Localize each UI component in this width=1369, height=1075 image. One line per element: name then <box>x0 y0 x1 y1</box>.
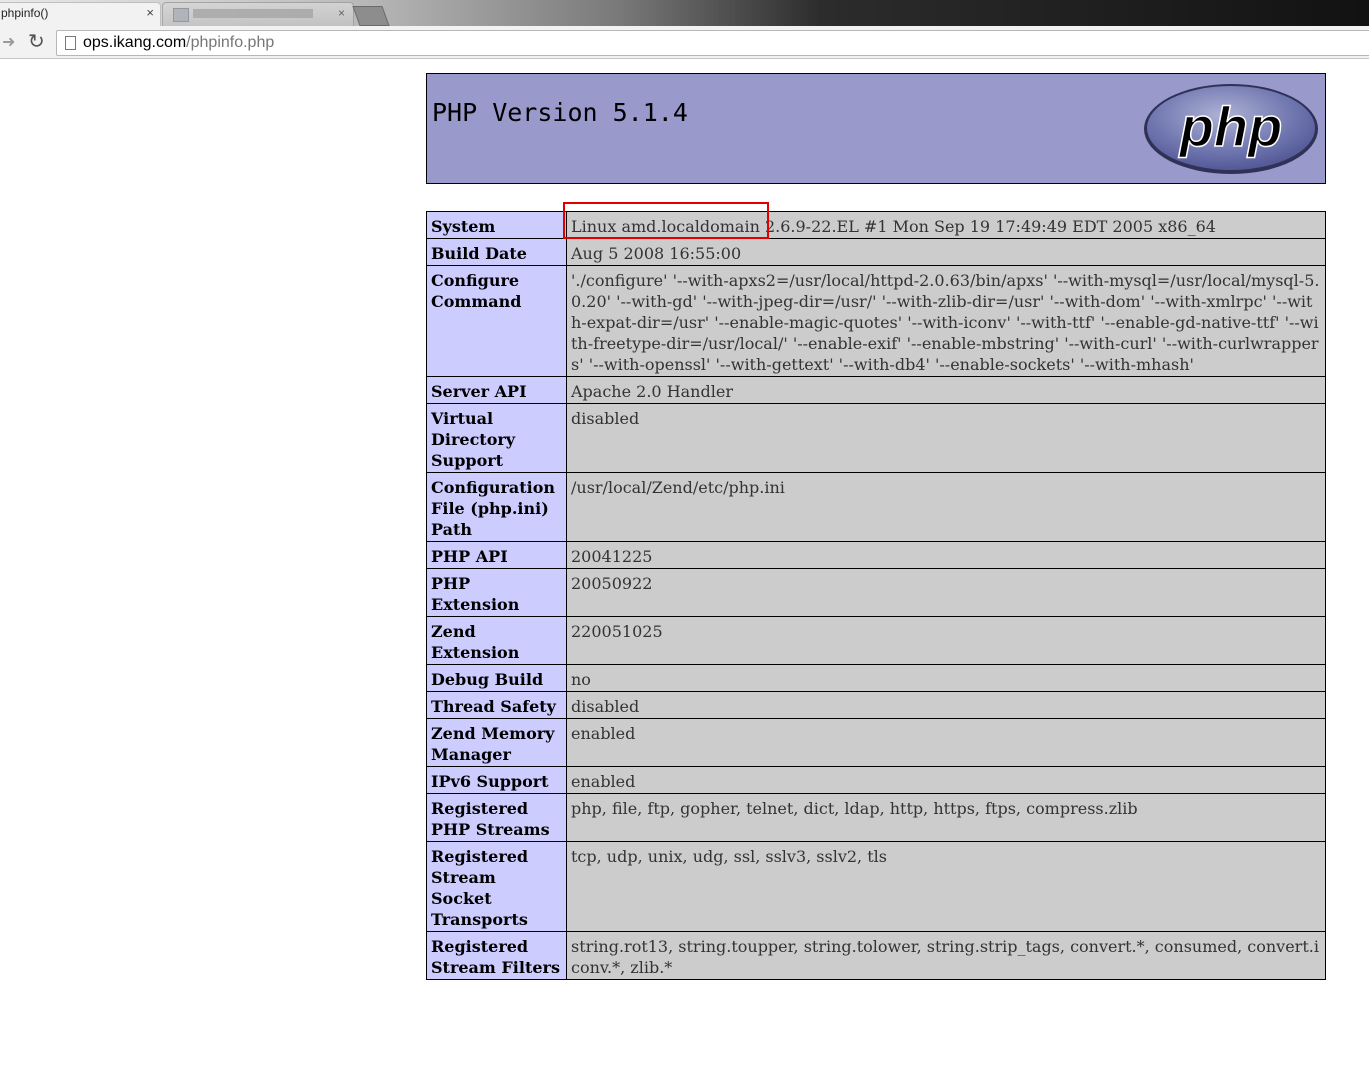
info-row: Registered Stream Socket Transports tcp, … <box>426 841 1326 932</box>
info-row: Virtual Directory Support disabled <box>426 403 1326 473</box>
info-row: Registered Stream Filters string.rot13, s… <box>426 931 1326 980</box>
close-tab-icon[interactable]: × <box>146 5 154 20</box>
close-tab-icon[interactable]: × <box>338 6 345 20</box>
php-header: PHP Version 5.1.4 php <box>426 73 1326 184</box>
info-label: Zend Memory Manager <box>426 718 567 767</box>
page-title: PHP Version 5.1.4 <box>432 98 688 127</box>
tab-title: phpinfo() <box>1 6 49 20</box>
info-label: Configure Command <box>426 265 567 377</box>
tab-strip: phpinfo() × × <box>0 0 1369 27</box>
url-path: /phpinfo.php <box>186 34 275 51</box>
php-logo-icon[interactable]: php <box>1141 82 1321 176</box>
info-label: Zend Extension <box>426 616 567 665</box>
info-row: Server API Apache 2.0 Handler <box>426 376 1326 404</box>
info-row: Configure Command './configure' '--with-a… <box>426 265 1326 377</box>
info-row: Thread Safety disabled <box>426 691 1326 719</box>
info-value: enabled <box>566 718 1326 767</box>
info-row: Configuration File (php.ini) Path/usr/lo… <box>426 472 1326 542</box>
info-value: 20041225 <box>566 541 1326 569</box>
blurred-tab-title <box>193 9 313 18</box>
info-label: Debug Build <box>426 664 567 692</box>
info-label: IPv6 Support <box>426 766 567 794</box>
tab-phpinfo[interactable]: phpinfo() × <box>0 2 161 27</box>
php-logo-text: php <box>1178 95 1283 158</box>
info-label: Configuration File (php.ini) Path <box>426 472 567 542</box>
info-value: disabled <box>566 691 1326 719</box>
info-value: 20050922 <box>566 568 1326 617</box>
info-row: Build Date Aug 5 2008 16:55:00 <box>426 238 1326 266</box>
info-label: System <box>426 211 567 239</box>
info-row: PHP Extension 20050922 <box>426 568 1326 617</box>
info-value: enabled <box>566 766 1326 794</box>
info-value: string.rot13, string.toupper, string.tol… <box>566 931 1326 980</box>
info-value: php, file, ftp, gopher, telnet, dict, ld… <box>566 793 1326 842</box>
page-icon <box>65 36 76 50</box>
address-bar[interactable]: ops.ikang.com/phpinfo.php <box>56 30 1369 56</box>
info-value: no <box>566 664 1326 692</box>
info-table: System Linux amd.localdomain 2.6.9-22.EL … <box>426 211 1326 980</box>
info-row: IPv6 Support enabled <box>426 766 1326 794</box>
highlight-box <box>563 202 769 239</box>
forward-icon[interactable]: ➜ <box>2 32 15 51</box>
info-value: Aug 5 2008 16:55:00 <box>566 238 1326 266</box>
info-row: Debug Build no <box>426 664 1326 692</box>
info-value: './configure' '--with-apxs2=/usr/local/h… <box>566 265 1326 377</box>
new-tab-button[interactable] <box>352 6 390 26</box>
info-value: tcp, udp, unix, udg, ssl, sslv3, sslv2, … <box>566 841 1326 932</box>
info-label: Registered Stream Filters <box>426 931 567 980</box>
info-label: Registered PHP Streams <box>426 793 567 842</box>
info-label: Registered Stream Socket Transports <box>426 841 567 932</box>
info-row: Zend Memory Manager enabled <box>426 718 1326 767</box>
info-label: Virtual Directory Support <box>426 403 567 473</box>
favicon-icon <box>173 8 189 22</box>
info-label: Thread Safety <box>426 691 567 719</box>
reload-icon[interactable]: ↻ <box>28 29 45 53</box>
info-label: PHP Extension <box>426 568 567 617</box>
url-host: ops.ikang.com <box>83 34 187 51</box>
info-label: PHP API <box>426 541 567 569</box>
info-label: Build Date <box>426 238 567 266</box>
url-text: ops.ikang.com/phpinfo.php <box>83 34 274 52</box>
info-label: Server API <box>426 376 567 404</box>
info-value: disabled <box>566 403 1326 473</box>
info-value: 220051025 <box>566 616 1326 665</box>
info-value: /usr/local/Zend/etc/php.ini <box>566 472 1326 542</box>
info-row: System Linux amd.localdomain 2.6.9-22.EL … <box>426 211 1326 239</box>
info-row: Zend Extension 220051025 <box>426 616 1326 665</box>
info-row: Registered PHP Streams php, file, ftp, go… <box>426 793 1326 842</box>
info-row: PHP API 20041225 <box>426 541 1326 569</box>
info-value: Apache 2.0 Handler <box>566 376 1326 404</box>
tab-other[interactable]: × <box>162 2 354 27</box>
